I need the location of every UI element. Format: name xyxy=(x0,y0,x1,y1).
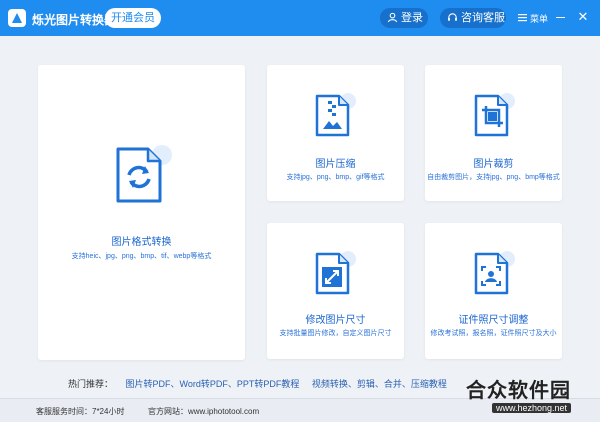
service-hours: 客服服务时间：7*24小时 xyxy=(36,407,125,416)
login-label: 登录 xyxy=(401,12,423,24)
watermark-url: www.hezhong.net xyxy=(492,403,572,413)
card-id-photo[interactable]: 证件照尺寸调整 修改考试照，报名照，证件照尺寸及大小 xyxy=(425,223,562,359)
resize-icon xyxy=(315,251,356,295)
card-id-photo-desc: 修改考试照，报名照，证件照尺寸及大小 xyxy=(430,330,557,337)
hot-recommendations: 热门推荐： 图片转PDF、Word转PDF、PPT转PDF教程 视频转换、剪辑、… xyxy=(68,377,457,390)
card-crop[interactable]: 图片裁剪 自由裁剪图片，支持jpg、png、bmp等格式 xyxy=(425,65,562,201)
crop-icon xyxy=(474,93,515,137)
app-title: 烁光图片转换器 xyxy=(32,13,117,27)
zip-file-icon xyxy=(315,93,356,137)
watermark-text: 合众软件园 xyxy=(466,380,571,402)
menu-icon xyxy=(518,14,527,22)
close-icon[interactable]: ✕ xyxy=(576,10,590,24)
login-button[interactable]: 登录 xyxy=(380,8,428,28)
card-compress-title: 图片压缩 xyxy=(315,159,356,170)
card-format-title: 图片格式转换 xyxy=(111,237,172,248)
minimize-icon[interactable] xyxy=(556,17,565,18)
user-icon xyxy=(387,12,398,23)
card-resize-desc: 支持批量图片修改，自定义图片尺寸 xyxy=(279,330,392,337)
hot-link-pdf-tutorial[interactable]: 图片转PDF、Word转PDF、PPT转PDF教程 xyxy=(126,379,300,389)
support-label: 咨询客服 xyxy=(461,12,505,24)
card-crop-title: 图片裁剪 xyxy=(473,159,514,170)
title-bar: 烁光图片转换器 开通会员 登录 咨询客服 菜单 ✕ xyxy=(0,0,600,36)
vip-button[interactable]: 开通会员 xyxy=(105,8,161,28)
card-crop-desc: 自由裁剪图片，支持jpg、png、bmp等格式 xyxy=(427,174,560,181)
hot-link-video-tutorial[interactable]: 视频转换、剪辑、合并、压缩教程 xyxy=(312,379,447,389)
card-resize[interactable]: 修改图片尺寸 支持批量图片修改，自定义图片尺寸 xyxy=(267,223,404,359)
id-photo-icon xyxy=(474,251,515,295)
hot-label: 热门推荐： xyxy=(68,379,114,389)
card-compress-desc: 支持jpg、png、bmp、gif等格式 xyxy=(286,174,385,181)
card-id-photo-title: 证件照尺寸调整 xyxy=(458,315,529,326)
support-button[interactable]: 咨询客服 xyxy=(440,8,506,28)
menu-label: 菜单 xyxy=(530,14,549,24)
format-convert-icon xyxy=(116,145,172,203)
app-logo-icon xyxy=(8,9,26,27)
card-format-convert[interactable]: 图片格式转换 支持heic、jpg、png、bmp、tif、webp等格式 xyxy=(38,65,245,360)
official-website[interactable]: 官方网站：www.iphototool.com xyxy=(148,406,259,417)
headset-icon xyxy=(448,13,457,21)
card-format-desc: 支持heic、jpg、png、bmp、tif、webp等格式 xyxy=(71,253,212,260)
card-resize-title: 修改图片尺寸 xyxy=(305,315,366,326)
card-compress[interactable]: 图片压缩 支持jpg、png、bmp、gif等格式 xyxy=(267,65,404,201)
